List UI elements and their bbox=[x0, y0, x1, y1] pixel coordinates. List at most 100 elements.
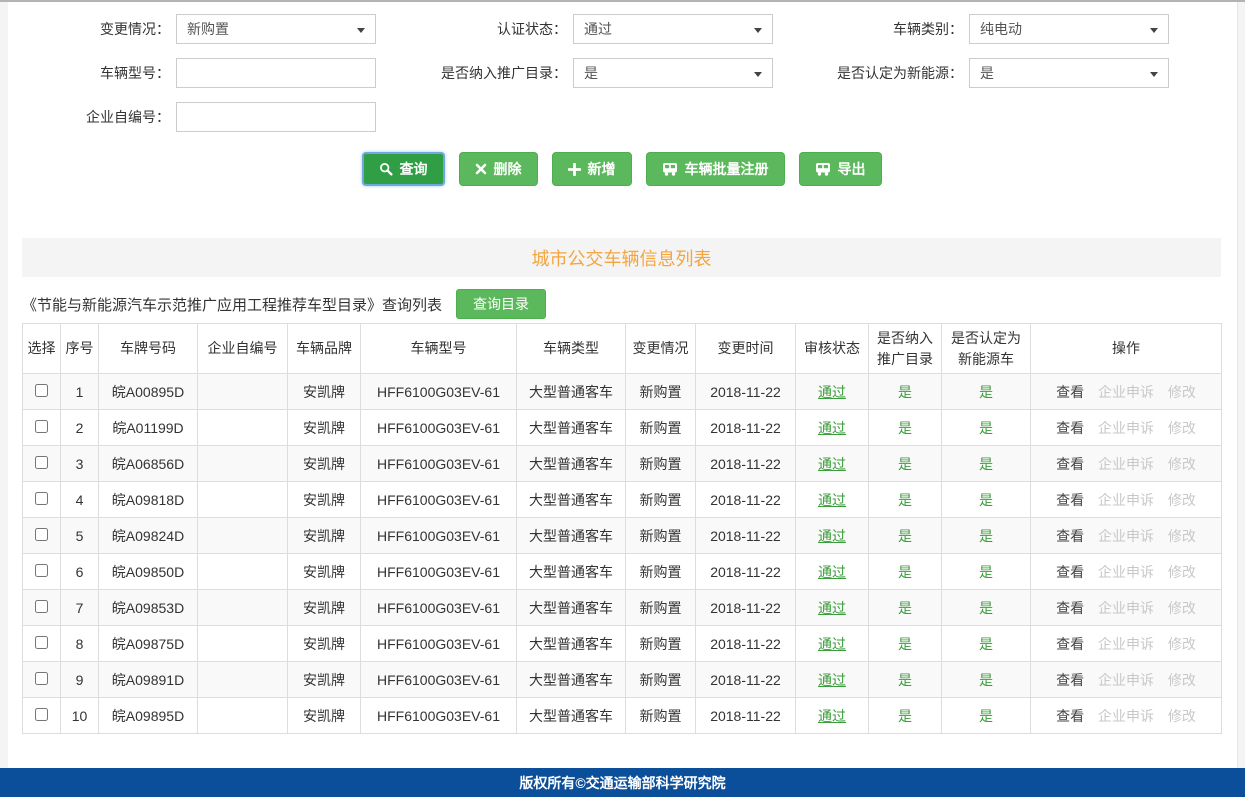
close-icon bbox=[475, 163, 487, 175]
company-appeal-link[interactable]: 企业申诉 bbox=[1098, 492, 1154, 508]
in-promotion-select[interactable]: 是 bbox=[573, 58, 773, 88]
row-checkbox[interactable] bbox=[35, 600, 48, 613]
row-number-cell: 6 bbox=[61, 554, 99, 590]
table-row: 1 皖A00895D 安凯牌 HFF6100G03EV-61 大型普通客车 新购… bbox=[23, 374, 1222, 410]
change-date-cell: 2018-11-22 bbox=[696, 662, 796, 698]
audit-status-link[interactable]: 通过 bbox=[818, 564, 846, 580]
table-row: 3 皖A06856D 安凯牌 HFF6100G03EV-61 大型普通客车 新购… bbox=[23, 446, 1222, 482]
in-catalog-cell: 是 bbox=[869, 374, 942, 410]
audit-status-link[interactable]: 通过 bbox=[818, 528, 846, 544]
change-date-cell: 2018-11-22 bbox=[696, 518, 796, 554]
audit-status-link[interactable]: 通过 bbox=[818, 492, 846, 508]
bus-icon bbox=[662, 162, 678, 176]
company-number-cell bbox=[198, 554, 288, 590]
row-checkbox[interactable] bbox=[35, 456, 48, 469]
row-checkbox[interactable] bbox=[35, 708, 48, 721]
brand-cell: 安凯牌 bbox=[288, 482, 361, 518]
view-link[interactable]: 查看 bbox=[1056, 528, 1084, 544]
cert-status-select[interactable]: 通过 bbox=[573, 14, 773, 44]
column-header-8: 变更时间 bbox=[696, 324, 796, 374]
vehicle-type-cell: 大型普通客车 bbox=[517, 518, 626, 554]
change-status-cell: 新购置 bbox=[626, 482, 696, 518]
company-appeal-link[interactable]: 企业申诉 bbox=[1098, 636, 1154, 652]
company-appeal-link[interactable]: 企业申诉 bbox=[1098, 600, 1154, 616]
row-checkbox[interactable] bbox=[35, 672, 48, 685]
audit-status-link[interactable]: 通过 bbox=[818, 420, 846, 436]
row-checkbox[interactable] bbox=[35, 420, 48, 433]
change-status-select[interactable]: 新购置 bbox=[176, 14, 376, 44]
field-in-promotion: 是否纳入推广目录： 是 bbox=[376, 58, 773, 88]
audit-status-link[interactable]: 通过 bbox=[818, 384, 846, 400]
vehicle-type-cell: 大型普通客车 bbox=[517, 698, 626, 734]
company-appeal-link[interactable]: 企业申诉 bbox=[1098, 708, 1154, 724]
is-new-energy-select[interactable]: 是 bbox=[969, 58, 1169, 88]
row-checkbox[interactable] bbox=[35, 384, 48, 397]
modify-link[interactable]: 修改 bbox=[1168, 564, 1196, 580]
audit-status-link[interactable]: 通过 bbox=[818, 600, 846, 616]
modify-link[interactable]: 修改 bbox=[1168, 528, 1196, 544]
row-checkbox[interactable] bbox=[35, 636, 48, 649]
export-button[interactable]: 导出 bbox=[799, 152, 882, 186]
row-checkbox[interactable] bbox=[35, 492, 48, 505]
audit-status-link[interactable]: 通过 bbox=[818, 636, 846, 652]
company-appeal-link[interactable]: 企业申诉 bbox=[1098, 384, 1154, 400]
view-link[interactable]: 查看 bbox=[1056, 636, 1084, 652]
modify-link[interactable]: 修改 bbox=[1168, 708, 1196, 724]
column-header-0: 选择 bbox=[23, 324, 61, 374]
query-button[interactable]: 查询 bbox=[362, 152, 445, 186]
vehicle-model-input[interactable] bbox=[176, 58, 376, 88]
view-link[interactable]: 查看 bbox=[1056, 672, 1084, 688]
column-header-2: 车牌号码 bbox=[99, 324, 198, 374]
modify-link[interactable]: 修改 bbox=[1168, 456, 1196, 472]
company-appeal-link[interactable]: 企业申诉 bbox=[1098, 456, 1154, 472]
view-link[interactable]: 查看 bbox=[1056, 420, 1084, 436]
table-row: 4 皖A09818D 安凯牌 HFF6100G03EV-61 大型普通客车 新购… bbox=[23, 482, 1222, 518]
delete-button[interactable]: 删除 bbox=[459, 152, 538, 186]
add-button[interactable]: 新增 bbox=[552, 152, 632, 186]
modify-link[interactable]: 修改 bbox=[1168, 672, 1196, 688]
change-date-cell: 2018-11-22 bbox=[696, 554, 796, 590]
in-catalog-cell: 是 bbox=[869, 626, 942, 662]
audit-status-link[interactable]: 通过 bbox=[818, 672, 846, 688]
model-cell: HFF6100G03EV-61 bbox=[361, 662, 517, 698]
view-link[interactable]: 查看 bbox=[1056, 492, 1084, 508]
audit-status-link[interactable]: 通过 bbox=[818, 708, 846, 724]
in-catalog-cell: 是 bbox=[869, 518, 942, 554]
batch-register-button[interactable]: 车辆批量注册 bbox=[646, 152, 785, 186]
view-link[interactable]: 查看 bbox=[1056, 456, 1084, 472]
change-date-cell: 2018-11-22 bbox=[696, 698, 796, 734]
row-checkbox[interactable] bbox=[35, 528, 48, 541]
new-energy-cell: 是 bbox=[942, 662, 1031, 698]
vehicle-type-cell: 大型普通客车 bbox=[517, 374, 626, 410]
change-status-cell: 新购置 bbox=[626, 518, 696, 554]
view-link[interactable]: 查看 bbox=[1056, 708, 1084, 724]
table-header-row: 选择序号车牌号码企业自编号车辆品牌车辆型号车辆类型变更情况变更时间审核状态是否纳… bbox=[23, 324, 1222, 374]
company-appeal-link[interactable]: 企业申诉 bbox=[1098, 564, 1154, 580]
view-link[interactable]: 查看 bbox=[1056, 384, 1084, 400]
brand-cell: 安凯牌 bbox=[288, 662, 361, 698]
view-link[interactable]: 查看 bbox=[1056, 600, 1084, 616]
row-number-cell: 10 bbox=[61, 698, 99, 734]
plate-number-cell: 皖A09891D bbox=[99, 662, 198, 698]
company-appeal-link[interactable]: 企业申诉 bbox=[1098, 420, 1154, 436]
model-cell: HFF6100G03EV-61 bbox=[361, 446, 517, 482]
modify-link[interactable]: 修改 bbox=[1168, 636, 1196, 652]
query-catalog-button[interactable]: 查询目录 bbox=[456, 289, 546, 319]
audit-status-link[interactable]: 通过 bbox=[818, 456, 846, 472]
change-date-cell: 2018-11-22 bbox=[696, 626, 796, 662]
view-link[interactable]: 查看 bbox=[1056, 564, 1084, 580]
scrollbar-track[interactable] bbox=[1237, 2, 1245, 795]
modify-link[interactable]: 修改 bbox=[1168, 600, 1196, 616]
company-number-input[interactable] bbox=[176, 102, 376, 132]
vehicle-category-value: 纯电动 bbox=[980, 19, 1022, 39]
vehicle-category-select[interactable]: 纯电动 bbox=[969, 14, 1169, 44]
row-checkbox[interactable] bbox=[35, 564, 48, 577]
company-appeal-link[interactable]: 企业申诉 bbox=[1098, 672, 1154, 688]
modify-link[interactable]: 修改 bbox=[1168, 492, 1196, 508]
modify-link[interactable]: 修改 bbox=[1168, 384, 1196, 400]
vehicle-category-label: 车辆类别： bbox=[773, 19, 969, 39]
modify-link[interactable]: 修改 bbox=[1168, 420, 1196, 436]
plate-number-cell: 皖A06856D bbox=[99, 446, 198, 482]
page: 变更情况： 新购置 认证状态： 通过 车辆类别： 纯电动 bbox=[0, 0, 1245, 795]
company-appeal-link[interactable]: 企业申诉 bbox=[1098, 528, 1154, 544]
